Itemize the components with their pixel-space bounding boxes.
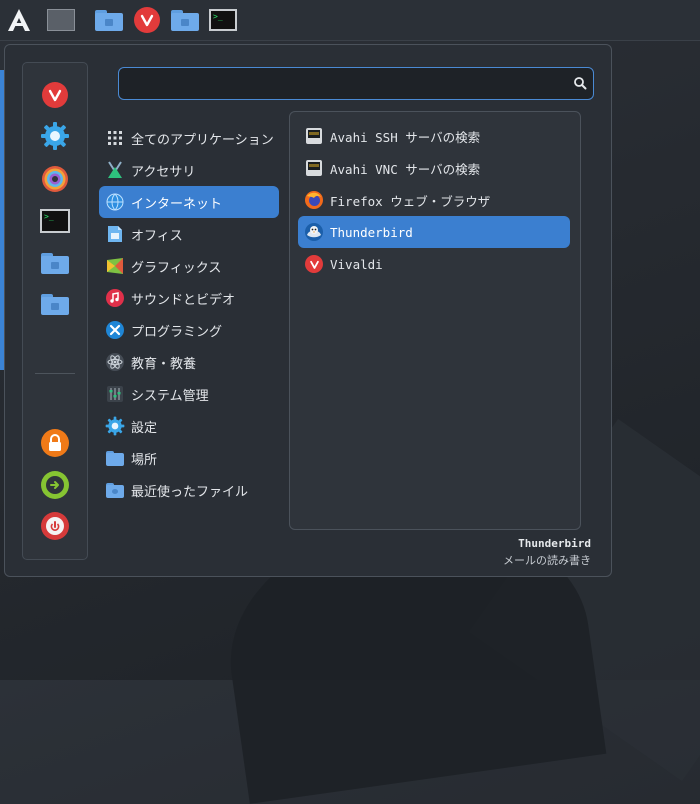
category-label: 場所 [131, 452, 158, 468]
folder-icon [41, 293, 69, 315]
thunderbird-icon [304, 222, 324, 242]
fav-vivaldi[interactable] [39, 79, 71, 111]
vivaldi-icon [134, 7, 160, 33]
accessories-icon [105, 160, 125, 180]
internet-icon [105, 192, 125, 212]
search-icon [574, 77, 587, 90]
category-sound-video[interactable]: サウンドとビデオ [99, 282, 279, 314]
category-accessories[interactable]: アクセサリ [99, 154, 279, 186]
favorites-divider [35, 373, 75, 374]
category-label: プログラミング [131, 324, 223, 340]
app-label: Avahi VNC サーバの検索 [330, 161, 481, 177]
app-avahi-vnc[interactable]: Avahi VNC サーバの検索 [298, 152, 570, 184]
category-all-applications[interactable]: 全てのアプリケーション [99, 122, 279, 154]
category-label: 教育・教養 [131, 356, 197, 372]
category-internet[interactable]: インターネット [99, 186, 279, 218]
firefox-icon [304, 190, 324, 210]
network-icon [304, 158, 324, 178]
app-firefox[interactable]: Firefox ウェブ・ブラウザ [298, 184, 570, 216]
app-label: Firefox ウェブ・ブラウザ [330, 193, 491, 209]
category-label: アクセサリ [131, 164, 196, 180]
application-menu: >_ 全てのアプリケーション アクセサリ インターネット オフィス グラフィック… [4, 44, 612, 577]
shutdown-button[interactable] [39, 510, 71, 542]
category-recent-files[interactable]: 最近使ったファイル [99, 474, 279, 506]
fav-settings[interactable] [39, 120, 71, 152]
category-list: 全てのアプリケーション アクセサリ インターネット オフィス グラフィックス サ… [99, 122, 279, 506]
taskbar-home-folder[interactable] [94, 6, 124, 34]
terminal-icon: >_ [40, 209, 70, 233]
color-picker-icon [42, 166, 68, 192]
search-input[interactable] [127, 72, 571, 96]
app-launcher-button[interactable] [4, 6, 34, 34]
category-places[interactable]: 場所 [99, 442, 279, 474]
taskbar-terminal[interactable]: >_ [208, 6, 238, 34]
folder-icon [41, 252, 69, 274]
network-icon [304, 126, 324, 146]
taskbar-vivaldi[interactable] [132, 6, 162, 34]
search-box[interactable] [118, 67, 594, 100]
category-graphics[interactable]: グラフィックス [99, 250, 279, 282]
window-icon [47, 9, 75, 31]
category-label: サウンドとビデオ [131, 292, 236, 308]
taskbar: >_ [0, 0, 700, 41]
category-programming[interactable]: プログラミング [99, 314, 279, 346]
app-label: Avahi SSH サーバの検索 [330, 129, 481, 145]
category-label: 全てのアプリケーション [131, 132, 274, 148]
description-text: メールの読み書き [503, 554, 591, 567]
app-description: Thunderbird メールの読み書き [503, 537, 591, 568]
fav-color-picker[interactable] [39, 163, 71, 195]
grid-icon [105, 128, 125, 148]
recent-folder-icon [105, 480, 125, 500]
vivaldi-icon [42, 82, 68, 108]
folder-icon [95, 9, 123, 31]
category-label: 設定 [131, 420, 158, 436]
app-avahi-ssh[interactable]: Avahi SSH サーバの検索 [298, 120, 570, 152]
atom-icon [105, 352, 125, 372]
application-list: Avahi SSH サーバの検索 Avahi VNC サーバの検索 Firefo… [289, 111, 581, 530]
graphics-icon [105, 256, 125, 276]
fav-folder[interactable] [39, 247, 71, 279]
programming-icon [105, 320, 125, 340]
app-label: Vivaldi [330, 256, 383, 272]
description-title: Thunderbird [518, 537, 591, 550]
folder-icon [105, 448, 125, 468]
category-label: 最近使ったファイル [131, 484, 249, 500]
show-desktop-button[interactable] [46, 6, 76, 34]
lock-icon [41, 429, 69, 457]
launcher-logo-icon [8, 9, 30, 31]
category-settings[interactable]: 設定 [99, 410, 279, 442]
category-label: インターネット [131, 196, 223, 212]
terminal-icon: >_ [209, 9, 237, 31]
app-vivaldi[interactable]: Vivaldi [298, 248, 570, 280]
taskbar-folder[interactable] [170, 6, 200, 34]
power-icon [41, 512, 69, 540]
logout-icon [41, 471, 69, 499]
category-education[interactable]: 教育・教養 [99, 346, 279, 378]
category-label: グラフィックス [131, 260, 222, 276]
category-label: オフィス [131, 228, 183, 244]
lock-screen-button[interactable] [39, 427, 71, 459]
fav-terminal[interactable]: >_ [39, 205, 71, 237]
logout-button[interactable] [39, 469, 71, 501]
category-office[interactable]: オフィス [99, 218, 279, 250]
system-icon [105, 384, 125, 404]
vivaldi-icon [304, 254, 324, 274]
category-label: システム管理 [131, 388, 209, 404]
music-icon [105, 288, 125, 308]
fav-folder[interactable] [39, 288, 71, 320]
office-icon [105, 224, 125, 244]
app-thunderbird[interactable]: Thunderbird [298, 216, 570, 248]
folder-icon [171, 9, 199, 31]
favorites-sidebar: >_ [22, 62, 88, 560]
gear-icon [41, 122, 69, 150]
category-system[interactable]: システム管理 [99, 378, 279, 410]
app-label: Thunderbird [330, 224, 413, 240]
gear-icon [105, 416, 125, 436]
